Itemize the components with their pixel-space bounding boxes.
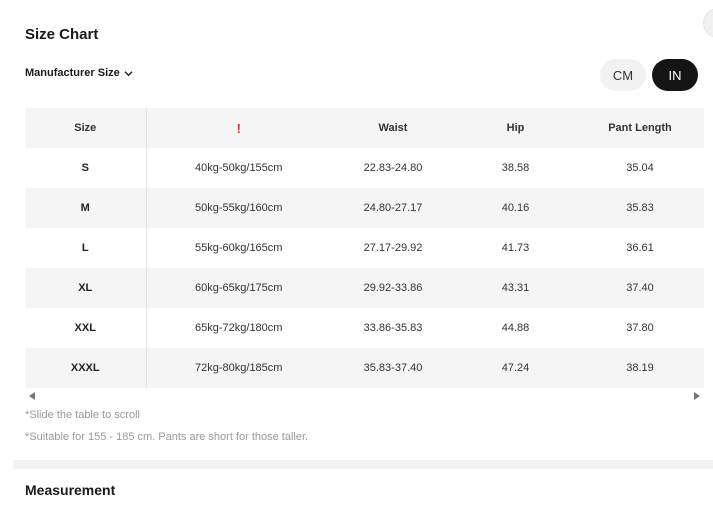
cell-hip: 40.16 (501, 202, 530, 214)
cell-waist: 35.83-37.40 (363, 362, 423, 374)
cell-pant-length: 35.83 (626, 202, 654, 214)
cell-hip: 38.58 (501, 162, 530, 174)
size-chart-title: Size Chart (25, 26, 99, 43)
column-header-hip: Hip (506, 122, 525, 134)
column-header-size: Size (25, 108, 147, 148)
cell-info: 65kg-72kg/180cm (195, 322, 283, 334)
cell-info: 72kg-80kg/185cm (195, 362, 283, 374)
suitability-note: *Suitable for 155 - 185 cm. Pants are sh… (25, 431, 309, 443)
column-header-pant-length: Pant Length (608, 122, 672, 134)
cell-waist: 33.86-35.83 (363, 322, 423, 334)
cell-size: XXL (25, 308, 147, 348)
cell-pant-length: 37.40 (626, 282, 654, 294)
section-divider (13, 460, 713, 469)
unit-cm-button[interactable]: CM (600, 59, 646, 91)
scroll-right-arrow-icon[interactable] (694, 392, 700, 400)
measurement-heading: Measurement (25, 482, 116, 498)
cell-hip: 41.73 (501, 242, 530, 254)
cell-info: 50kg-55kg/160cm (195, 202, 283, 214)
cell-info: 60kg-65kg/175cm (195, 282, 283, 294)
cell-info: 55kg-60kg/165cm (195, 242, 283, 254)
cell-size: XL (25, 268, 147, 308)
table-row: XXL 65kg-72kg/180cm 33.86-35.83 44.88 37… (25, 308, 704, 348)
cell-hip: 43.31 (501, 282, 530, 294)
cell-info: 40kg-50kg/155cm (195, 162, 283, 174)
cell-waist: 29.92-33.86 (363, 282, 423, 294)
cell-waist: 22.83-24.80 (363, 162, 423, 174)
cell-size: M (25, 188, 147, 228)
cell-pant-length: 36.61 (626, 242, 654, 254)
close-button[interactable] (703, 8, 713, 38)
table-row: XL 60kg-65kg/175cm 29.92-33.86 43.31 37.… (25, 268, 704, 308)
size-table-container[interactable]: Size ! Waist Hip Pant Length S 40kg-50kg… (25, 108, 704, 388)
cell-waist: 24.80-27.17 (363, 202, 423, 214)
chevron-down-icon (124, 70, 133, 76)
cell-pant-length: 35.04 (626, 162, 654, 174)
table-header-row: Size ! Waist Hip Pant Length (25, 108, 704, 148)
scroll-left-arrow-icon[interactable] (29, 392, 35, 400)
cell-pant-length: 38.19 (626, 362, 654, 374)
column-header-info[interactable]: ! (146, 108, 331, 148)
cell-size: XXXL (25, 348, 147, 388)
warning-icon[interactable]: ! (237, 121, 241, 136)
cell-size: L (25, 228, 147, 268)
cell-hip: 44.88 (501, 322, 530, 334)
manufacturer-size-label: Manufacturer Size (25, 67, 120, 79)
cell-waist: 27.17-29.92 (363, 242, 423, 254)
cell-hip: 47.24 (501, 362, 530, 374)
size-table: Size ! Waist Hip Pant Length S 40kg-50kg… (25, 108, 705, 388)
scroll-hint-note: *Slide the table to scroll (25, 409, 140, 421)
cell-pant-length: 37.80 (626, 322, 654, 334)
table-row: M 50kg-55kg/160cm 24.80-27.17 40.16 35.8… (25, 188, 704, 228)
table-row: S 40kg-50kg/155cm 22.83-24.80 38.58 35.0… (25, 148, 704, 188)
unit-in-button[interactable]: IN (652, 59, 698, 91)
horizontal-scrollbar[interactable] (25, 389, 704, 403)
table-row: XXXL 72kg-80kg/185cm 35.83-37.40 47.24 3… (25, 348, 704, 388)
manufacturer-size-dropdown[interactable]: Manufacturer Size (25, 67, 133, 79)
column-header-waist: Waist (378, 122, 408, 134)
table-row: L 55kg-60kg/165cm 27.17-29.92 41.73 36.6… (25, 228, 704, 268)
cell-size: S (25, 148, 147, 188)
